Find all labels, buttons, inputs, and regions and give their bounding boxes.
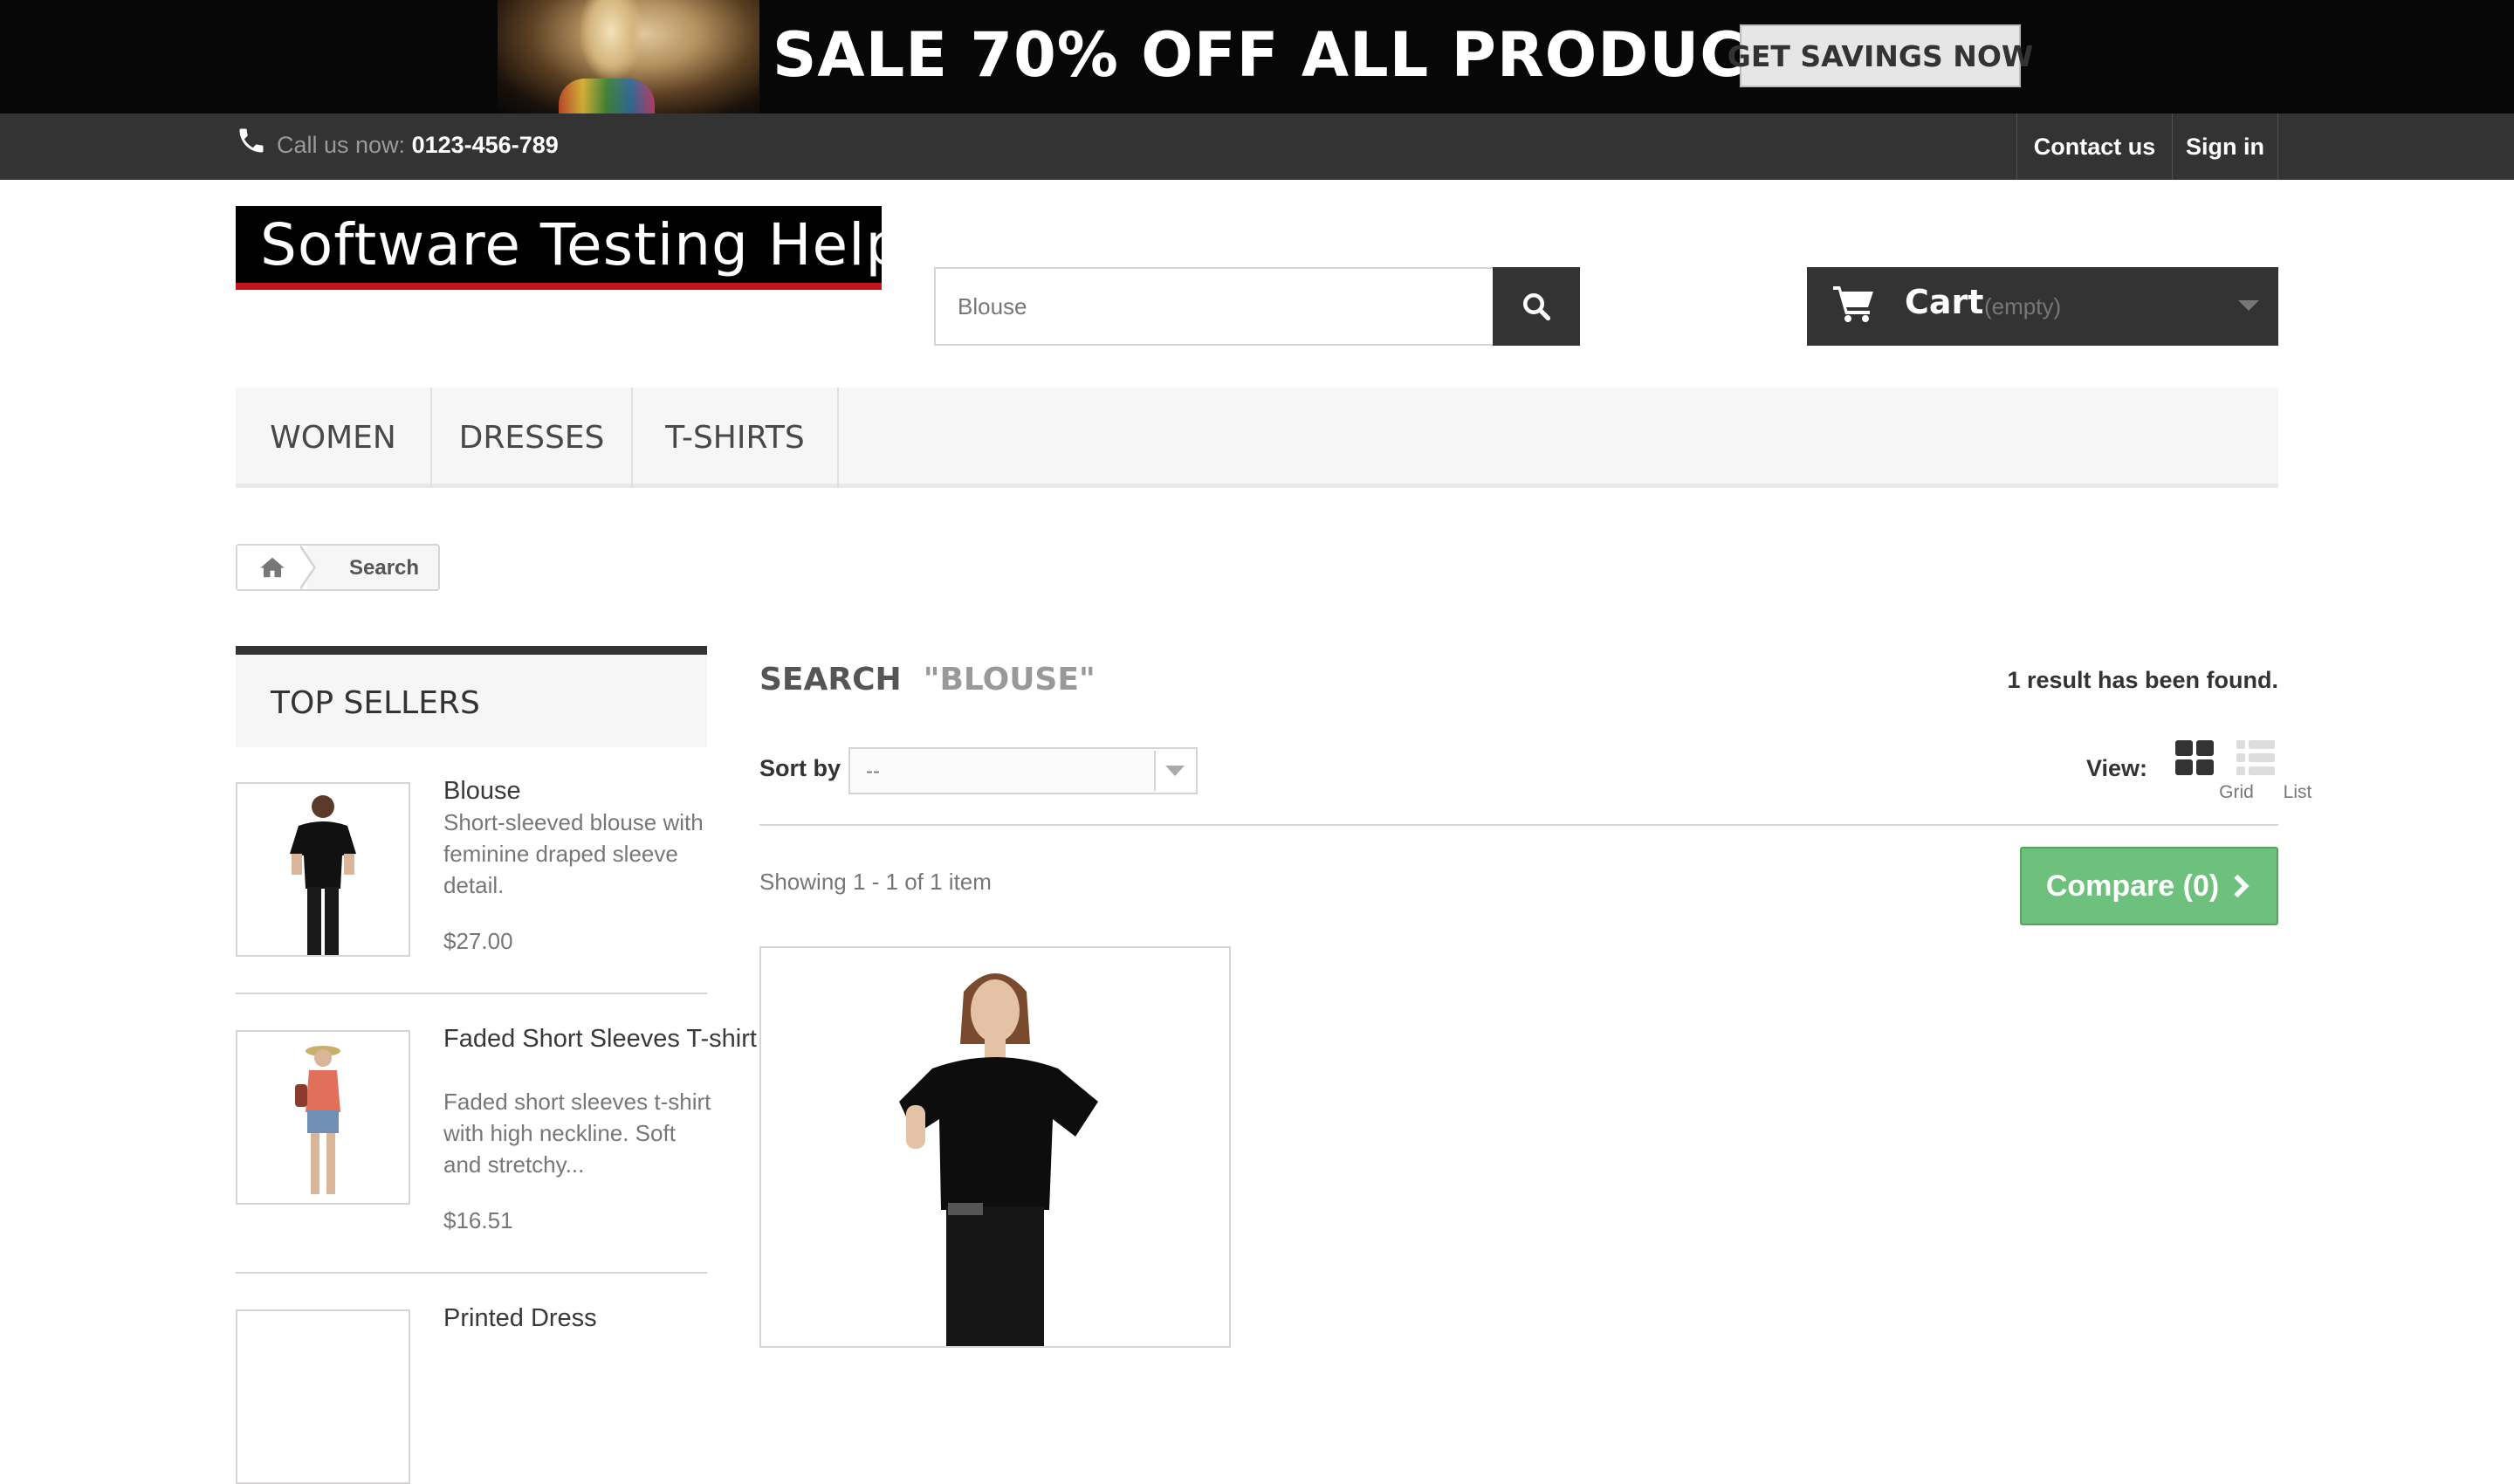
banner-headline: SALE 70% OFF ALL PRODUCTS (773, 19, 1833, 91)
top-seller-price: $27.00 (443, 928, 513, 954)
product-image (295, 1046, 340, 1194)
site-logo[interactable]: Software Testing Help (236, 206, 902, 290)
search-heading: SEARCH "BLOUSE" (759, 662, 1096, 697)
grid-icon (2175, 740, 2214, 775)
menu-item-women[interactable]: WOMEN (236, 388, 432, 488)
search-button[interactable] (1493, 267, 1580, 346)
sort-by-select[interactable]: -- (848, 747, 1198, 794)
top-seller-description: Faded short sleeves t-shirt with high ne… (443, 1089, 711, 1178)
search-term: "BLOUSE" (923, 662, 1096, 697)
divider (236, 1272, 707, 1274)
top-seller-description: Short-sleeved blouse with feminine drape… (443, 809, 704, 898)
main-menu: WOMEN DRESSES T-SHIRTS (236, 388, 2278, 488)
search-icon (1523, 293, 1551, 321)
cart-button[interactable]: Cart (empty) (1807, 267, 2278, 346)
list-view-button[interactable]: List (2235, 739, 2311, 802)
shopping-cart-icon (1833, 286, 1873, 322)
sign-in-link[interactable]: Sign in (2172, 113, 2278, 180)
top-seller-name[interactable]: Printed Dress (443, 1302, 597, 1334)
get-savings-button[interactable]: GET SAVINGS NOW (1728, 24, 2033, 87)
phone-icon (239, 128, 264, 153)
view-label: View: (2086, 755, 2148, 781)
result-count: 1 result has been found. (2007, 667, 2278, 693)
top-sellers-title: TOP SELLERS (271, 685, 480, 721)
menu-item-tshirts[interactable]: T-SHIRTS (633, 388, 839, 488)
home-icon (260, 557, 285, 578)
chevron-right-icon (2234, 874, 2250, 898)
search-input[interactable] (934, 267, 1494, 346)
logo-text: Software Testing Help (260, 211, 903, 278)
chevron-down-icon (1154, 751, 1194, 791)
top-seller-price: $16.51 (443, 1207, 513, 1233)
top-seller-name[interactable]: Blouse (443, 775, 521, 807)
contact-us-link[interactable]: Contact us (2016, 113, 2172, 180)
divider (236, 993, 707, 994)
phone-number: 0123-456-789 (411, 132, 559, 158)
showing-count: Showing 1 - 1 of 1 item (759, 869, 992, 895)
compare-label: Compare (0) (2045, 869, 2220, 903)
top-seller-thumbnail[interactable] (236, 782, 410, 957)
call-label: Call us now: (277, 132, 406, 158)
sort-selected-value: -- (866, 759, 880, 783)
search-heading-label: SEARCH (759, 662, 902, 697)
top-sellers-header: TOP SELLERS (236, 646, 707, 747)
list-icon (2236, 740, 2275, 775)
product-image (290, 795, 356, 955)
product-card[interactable] (759, 946, 1231, 1348)
divider (759, 824, 2278, 826)
breadcrumb-current: Search (349, 556, 420, 580)
breadcrumb-home[interactable] (237, 546, 307, 589)
top-seller-name[interactable]: Faded Short Sleeves T-shirt (443, 1023, 757, 1055)
breadcrumb: Search (236, 544, 440, 591)
banner-model-image (498, 0, 759, 113)
cart-label: Cart (1905, 283, 1984, 321)
sort-by-label: Sort by (759, 755, 841, 781)
call-us-text: Call us now: 0123-456-789 (277, 132, 559, 159)
list-view-label: List (2283, 782, 2312, 802)
top-seller-thumbnail[interactable] (236, 1030, 410, 1205)
top-seller-thumbnail[interactable] (236, 1309, 410, 1484)
compare-button[interactable]: Compare (0) (2020, 847, 2278, 925)
chevron-down-icon (2238, 300, 2259, 311)
cart-status: (empty) (1984, 293, 2062, 319)
product-image (761, 948, 1229, 1346)
grid-view-button[interactable]: Grid (2174, 739, 2254, 802)
menu-item-dresses[interactable]: DRESSES (432, 388, 633, 488)
